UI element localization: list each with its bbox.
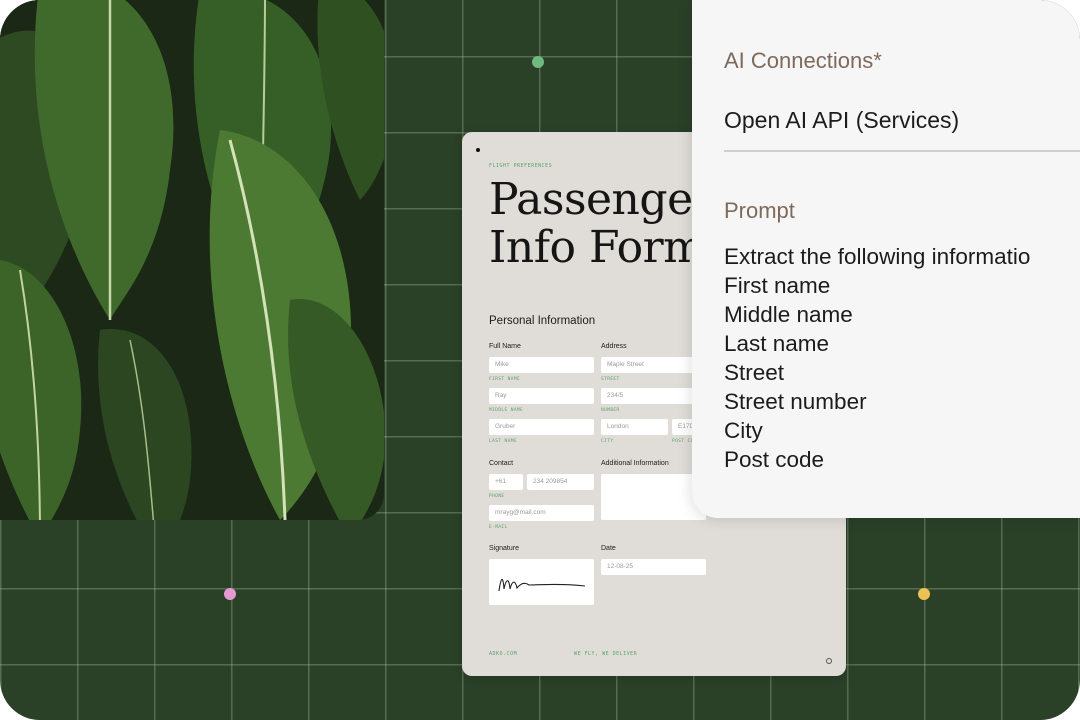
additional-info-label: Additional Information	[601, 460, 669, 467]
prompt-line: Last name	[724, 331, 830, 356]
phone-prefix-field[interactable]: +61	[489, 474, 523, 490]
decorative-dot-green	[532, 56, 544, 68]
prompt-line: Street number	[724, 389, 867, 414]
form-footer-website: ADKO.COM	[489, 651, 518, 657]
signature-scribble-icon	[498, 578, 586, 592]
section-heading: Personal Information	[489, 315, 596, 327]
signature-label: Signature	[489, 545, 519, 552]
prompt-line: First name	[724, 273, 831, 298]
street-field[interactable]: Maple Street	[601, 357, 706, 373]
decorative-dot-pink	[224, 588, 236, 600]
prompt-textarea[interactable]: Extract the following informatio First n…	[724, 242, 1030, 474]
prompt-line: Middle name	[724, 302, 853, 327]
prompt-label: Prompt	[724, 198, 795, 223]
form-footer-tagline: WE FLY, WE DELIVER	[574, 651, 638, 657]
email-caption: E-MAIL	[489, 525, 508, 530]
phone-field[interactable]: 234 209854	[527, 474, 594, 490]
date-field[interactable]: 12-08-25	[601, 559, 706, 575]
decorative-dot-yellow	[918, 588, 930, 600]
prompt-line: Extract the following informatio	[724, 244, 1031, 269]
address-label: Address	[601, 343, 627, 350]
prompt-line: City	[724, 418, 763, 443]
city-caption: CITY	[601, 439, 614, 444]
date-label: Date	[601, 545, 616, 552]
additional-info-textarea[interactable]	[601, 474, 706, 520]
ai-extraction-panel: AI Connections* Open AI API (Services) P…	[692, 0, 1080, 518]
last-name-field[interactable]: Gruber	[489, 419, 594, 435]
postcode-caption: POST CO	[672, 439, 694, 444]
ring-icon	[826, 658, 832, 664]
prompt-line: Post code	[724, 447, 825, 472]
prompt-line: Street	[724, 360, 785, 385]
number-caption: NUMBER	[601, 408, 620, 413]
email-field[interactable]: mrayg@mail.com	[489, 505, 594, 521]
corner-dot	[476, 148, 480, 152]
hero-illustration: FLIGHT PREFERENCES Passenger Info Form P…	[0, 0, 1080, 720]
ai-connection-select[interactable]: Open AI API (Services)	[724, 107, 959, 134]
leaf-photo	[0, 0, 384, 520]
phone-caption: PHONE	[489, 494, 505, 499]
street-caption: STREET	[601, 377, 620, 382]
middle-name-field[interactable]: Ray	[489, 388, 594, 404]
signature-pad[interactable]	[489, 559, 594, 605]
first-name-field[interactable]: Mike	[489, 357, 594, 373]
form-kicker: FLIGHT PREFERENCES	[489, 163, 553, 169]
first-name-caption: FIRST NAME	[489, 377, 521, 382]
number-field[interactable]: 234/5	[601, 388, 706, 404]
contact-label: Contact	[489, 460, 514, 467]
ai-connections-label: AI Connections*	[724, 48, 882, 73]
middle-name-caption: MIDDLE NAME	[489, 408, 524, 413]
full-name-label: Full Name	[489, 343, 521, 350]
last-name-caption: LAST NAME	[489, 439, 517, 444]
city-field[interactable]: London	[601, 419, 668, 435]
connection-divider	[724, 150, 1080, 152]
